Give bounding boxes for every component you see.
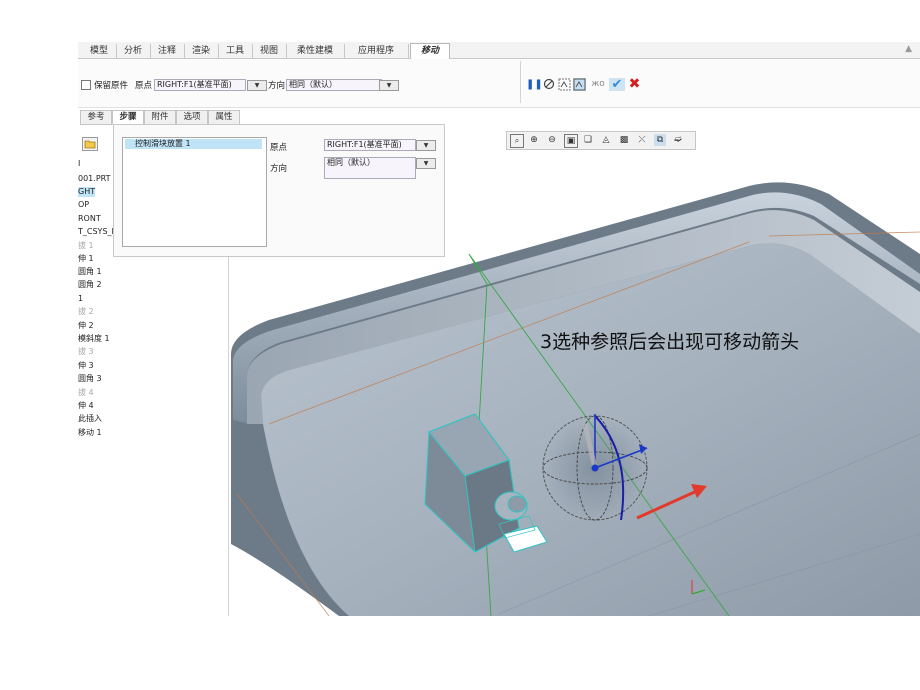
tab-move[interactable]: 移动 [410, 43, 450, 60]
direction-field[interactable]: 相同（默认） [286, 79, 382, 91]
origin-label: 原点 [135, 81, 153, 91]
stop-icon[interactable] [542, 78, 555, 91]
tree-item[interactable]: 001.PRT [78, 174, 111, 184]
tree-item[interactable]: 伸 3 [78, 361, 94, 371]
tree-item[interactable]: 圆角 3 [78, 374, 102, 384]
tree-item[interactable]: 1 [78, 294, 83, 304]
model-tree: I 001.PRT GHT OP RONT T_CSYS_D 拔 1 伸 1 圆… [78, 135, 118, 615]
glasses-icon[interactable]: жо [589, 78, 607, 91]
steps-panel: 控制滑块放置 1 原点 RIGHT:F1(基准平面) ▼ 方向 相同（默认） ▼ [113, 124, 445, 257]
folder-icon[interactable] [82, 137, 98, 151]
tree-item[interactable]: 模斜度 1 [78, 334, 110, 344]
tree-item[interactable]: 移动 1 [78, 428, 102, 438]
tab-model[interactable]: 模型 [82, 44, 117, 58]
collapse-ribbon-icon[interactable]: ▲ [905, 44, 912, 54]
annotation-display-icon[interactable]: ➫ [672, 134, 684, 146]
panel-direction-dropdown[interactable]: ▼ [416, 158, 436, 169]
tree-item[interactable]: 拔 2 [78, 307, 94, 317]
tree-item[interactable]: RONT [78, 214, 101, 224]
tab-view[interactable]: 视图 [252, 44, 287, 58]
tree-item[interactable]: 伸 4 [78, 401, 94, 411]
repaint-icon[interactable]: ▣ [564, 134, 578, 148]
tree-item[interactable]: T_CSYS_D [78, 227, 118, 237]
tab-tools[interactable]: 工具 [218, 44, 253, 58]
preview-icon[interactable] [558, 78, 571, 91]
tree-item[interactable]: 伸 1 [78, 254, 94, 264]
close-icon[interactable]: ✖ [628, 77, 641, 91]
view-manager-icon[interactable]: ▩ [618, 134, 630, 146]
pause-icon[interactable]: ❚❚ [526, 78, 543, 91]
origin-dropdown[interactable]: ▼ [247, 80, 267, 91]
tab-options[interactable]: 选项 [176, 110, 208, 125]
panel-origin-dropdown[interactable]: ▼ [416, 140, 436, 151]
tab-attachments[interactable]: 附件 [144, 110, 176, 125]
tree-item[interactable]: 圆角 1 [78, 267, 102, 277]
display-style-icon[interactable]: ❏ [582, 134, 594, 146]
keep-original-label: 保留原件 [94, 81, 129, 91]
panel-direction-label: 方向 [270, 164, 288, 174]
tab-references[interactable]: 参考 [80, 110, 112, 125]
toolbar-separator [520, 61, 521, 103]
tab-applications[interactable]: 应用程序 [344, 44, 409, 58]
saved-orientations-icon[interactable]: ◬ [600, 134, 612, 146]
tab-steps[interactable]: 步骤 [112, 110, 144, 125]
check-icon[interactable]: ✔ [609, 78, 625, 91]
tab-render[interactable]: 渲染 [184, 44, 219, 58]
keep-original-checkbox[interactable] [81, 80, 91, 90]
perspective-icon[interactable]: ⤬ [636, 134, 648, 146]
tab-analysis[interactable]: 分析 [116, 44, 151, 58]
tab-properties[interactable]: 属性 [208, 110, 240, 125]
tree-item[interactable]: 伸 2 [78, 321, 94, 331]
direction-dropdown[interactable]: ▼ [379, 80, 399, 91]
annotation-callout-text: 3选种参照后会出现可移动箭头 [540, 331, 800, 353]
tab-annotate[interactable]: 注释 [150, 44, 185, 58]
list-item[interactable]: 控制滑块放置 1 [125, 139, 262, 149]
refit-icon[interactable]: ⌕ [510, 134, 524, 148]
tree-item[interactable]: I [78, 159, 80, 169]
tree-item[interactable]: OP [78, 200, 89, 210]
dashboard-subtabs: 参考 步骤 附件 选项 属性 [78, 110, 248, 125]
tree-item[interactable]: 此插入 [78, 414, 102, 424]
zoom-out-icon[interactable]: ⊖ [546, 134, 558, 146]
tree-item[interactable]: GHT [78, 187, 96, 197]
datum-display-icon[interactable]: ⧉ [654, 134, 666, 146]
tree-item[interactable]: 拔 4 [78, 388, 94, 398]
ribbon-tab-bar: 模型 分析 注释 渲染 工具 视图 柔性建模 应用程序 移动 ▲ [78, 42, 920, 60]
tree-item[interactable]: 拔 3 [78, 347, 94, 357]
zoom-in-icon[interactable]: ⊕ [528, 134, 540, 146]
tab-flexible-modeling[interactable]: 柔性建模 [286, 44, 345, 58]
view-toolbar: ⌕ ⊕ ⊖ ▣ ❏ ◬ ▩ ⤬ ⧉ ➫ [506, 131, 696, 150]
direction-label: 方向 [268, 81, 286, 91]
app-window: 模型 分析 注释 渲染 工具 视图 柔性建模 应用程序 移动 ▲ 保留原件 原点… [78, 38, 920, 616]
verify-icon[interactable] [573, 78, 586, 91]
slider-placement-list[interactable]: 控制滑块放置 1 [122, 137, 267, 247]
panel-origin-label: 原点 [270, 143, 288, 153]
tree-item[interactable]: 拔 1 [78, 241, 94, 251]
move-dashboard: 保留原件 原点 RIGHT:F1(基准平面) ▼ 方向 相同（默认） ▼ ❚❚ … [78, 59, 920, 108]
origin-collector[interactable]: RIGHT:F1(基准平面) [154, 79, 246, 91]
panel-origin-collector[interactable]: RIGHT:F1(基准平面) [324, 139, 416, 151]
panel-direction-field[interactable]: 相同（默认） [324, 157, 416, 179]
tree-item[interactable]: 圆角 2 [78, 280, 102, 290]
